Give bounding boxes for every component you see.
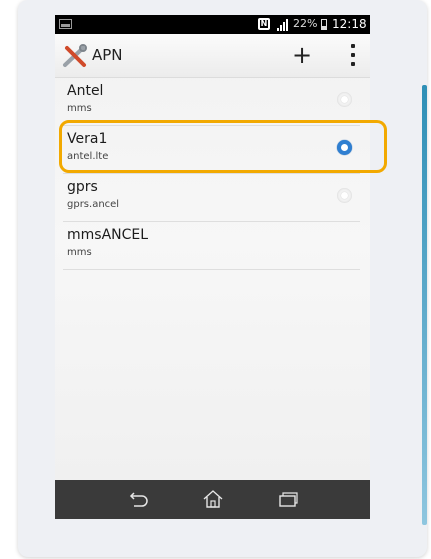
apn-radio-button[interactable]: [337, 188, 352, 203]
apn-detail: mms: [67, 247, 92, 258]
apn-radio-button[interactable]: [337, 92, 352, 107]
apn-radio-button-selected[interactable]: [337, 140, 352, 155]
nfc-icon: N: [258, 18, 270, 30]
apn-name: gprs: [67, 179, 98, 195]
apn-list: Antel mms Vera1 antel.lte gprs gprs.ance…: [55, 78, 370, 270]
overflow-menu-icon[interactable]: [345, 42, 361, 70]
apn-item-vera1[interactable]: Vera1 antel.lte: [63, 126, 360, 174]
signal-strength-icon: [277, 19, 288, 31]
phone-screen: N 22% 12:18 APN + Antel mms Vera1 antel.…: [55, 15, 370, 519]
device-edge-accent: [422, 85, 427, 525]
clock: 12:18: [332, 17, 367, 31]
add-apn-button[interactable]: +: [287, 40, 317, 70]
recent-apps-icon[interactable]: [275, 487, 301, 511]
navigation-bar: [55, 480, 370, 519]
back-icon[interactable]: [125, 487, 151, 511]
battery-percent: 22%: [293, 17, 318, 30]
home-icon[interactable]: [200, 487, 226, 511]
apn-item-gprs[interactable]: gprs gprs.ancel: [63, 174, 360, 222]
tools-icon: [63, 44, 87, 67]
apn-name: mmsANCEL: [67, 227, 149, 243]
apn-name: Antel: [67, 83, 104, 99]
status-bar: N 22% 12:18: [55, 15, 370, 34]
battery-icon: [321, 19, 327, 30]
apn-detail: mms: [67, 103, 92, 114]
action-bar: APN +: [55, 34, 370, 78]
picture-notification-icon: [59, 19, 72, 29]
page-title: APN: [92, 46, 123, 64]
apn-name: Vera1: [67, 131, 108, 147]
apn-item-antel[interactable]: Antel mms: [63, 78, 360, 126]
apn-detail: gprs.ancel: [67, 199, 120, 210]
apn-item-mmsancel[interactable]: mmsANCEL mms: [63, 222, 360, 270]
apn-detail: antel.lte: [67, 151, 109, 162]
